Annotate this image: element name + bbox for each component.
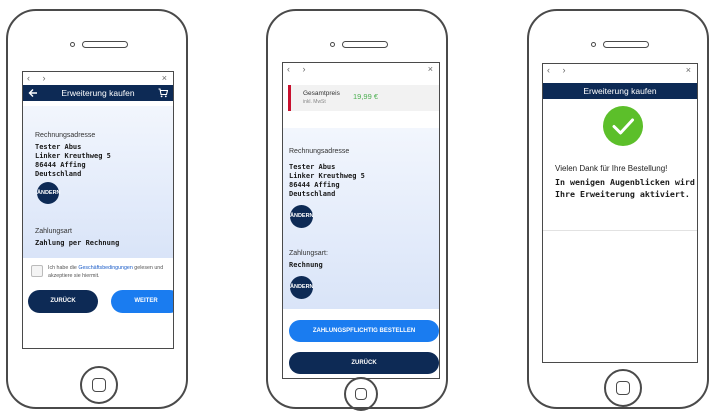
check-circle-icon: [603, 106, 643, 146]
next-button[interactable]: WEITER: [111, 290, 173, 313]
browser-bar: ‹ › ×: [283, 63, 439, 75]
thanks-message: Vielen Dank für Ihre Bestellung!: [555, 164, 668, 173]
content-divider: [543, 230, 697, 231]
browser-bar: ‹ › ×: [23, 72, 173, 84]
browser-close-icon[interactable]: ×: [162, 72, 167, 84]
cart-icon[interactable]: [158, 88, 168, 98]
billing-address-label: Rechnungsadresse: [289, 148, 350, 155]
app-header: Erweiterung kaufen: [23, 85, 173, 101]
terms-text: Ich habe die Geschäftsbedingungen gelese…: [48, 264, 172, 280]
back-button[interactable]: ZURÜCK: [28, 290, 98, 313]
change-address-button[interactable]: ÄNDERN: [37, 182, 61, 204]
home-button-square: [616, 381, 630, 395]
phone-frame-checkout: ‹ › × Erweiterung kaufen Rechnungsadress…: [6, 9, 188, 409]
camera-dot: [330, 42, 335, 47]
phone-frame-review: ‹ › × Gesamtpreis inkl. MwSt 19,99 € Rec…: [266, 9, 448, 411]
billing-name: Tester Abus: [289, 163, 336, 171]
total-price-sublabel: inkl. MwSt: [303, 99, 326, 105]
speaker-grille: [342, 41, 388, 48]
browser-close-icon[interactable]: ×: [686, 64, 691, 76]
payment-method-label: Zahlungsart:: [289, 250, 328, 257]
billing-name: Tester Abus: [35, 143, 82, 151]
browser-close-icon[interactable]: ×: [428, 63, 433, 75]
terms-link[interactable]: Geschäftsbedingungen: [78, 265, 132, 271]
home-button-square: [355, 388, 367, 400]
place-order-button[interactable]: ZAHLUNGSPFLICHTIG BESTELLEN: [289, 320, 439, 342]
phone-screen: ‹ › × Erweiterung kaufen Vielen Dank für…: [542, 63, 698, 363]
home-button: [604, 369, 642, 407]
total-price-card: Gesamtpreis inkl. MwSt 19,99 €: [288, 85, 439, 111]
change-payment-button[interactable]: ÄNDERN: [290, 276, 314, 299]
home-button: [80, 366, 118, 404]
billing-street: Linker Kreuthweg 5: [289, 172, 365, 180]
browser-nav-arrows[interactable]: ‹ ›: [27, 72, 51, 84]
total-price-label: Gesamtpreis: [303, 90, 340, 97]
browser-nav-arrows[interactable]: ‹ ›: [547, 64, 571, 76]
home-button: [344, 377, 378, 411]
speaker-grille: [603, 41, 649, 48]
total-price-value: 19,99 €: [353, 92, 379, 101]
review-form-area: Rechnungsadresse Tester Abus Linker Kreu…: [283, 128, 439, 309]
payment-method-value: Rechnung: [289, 261, 323, 269]
phone-frame-confirmation: ‹ › × Erweiterung kaufen Vielen Dank für…: [527, 9, 709, 409]
browser-bar: ‹ › ×: [543, 64, 697, 76]
phone-screen: ‹ › × Gesamtpreis inkl. MwSt 19,99 € Rec…: [282, 62, 440, 379]
activation-message: In wenigen Augenblicken wird Ihre Erweit…: [555, 177, 695, 199]
billing-city: 86444 Affing: [289, 181, 340, 189]
terms-text-before: Ich habe die: [48, 265, 79, 271]
header-title: Erweiterung kaufen: [61, 88, 135, 98]
terms-checkbox[interactable]: [31, 265, 43, 277]
billing-city: 86444 Affing: [35, 161, 86, 169]
speaker-grille: [82, 41, 128, 48]
camera-dot: [591, 42, 596, 47]
browser-nav-arrows[interactable]: ‹ ›: [287, 63, 311, 75]
home-button-square: [92, 378, 106, 392]
camera-dot: [70, 42, 75, 47]
checkout-form-area: Rechnungsadresse Tester Abus Linker Kreu…: [23, 106, 173, 258]
billing-country: Deutschland: [35, 170, 82, 178]
billing-country: Deutschland: [289, 190, 336, 198]
phone-screen: ‹ › × Erweiterung kaufen Rechnungsadress…: [22, 71, 174, 349]
billing-address-label: Rechnungsadresse: [35, 132, 96, 139]
payment-method-label: Zahlungsart: [35, 228, 72, 235]
app-header: Erweiterung kaufen: [543, 83, 697, 99]
change-address-button[interactable]: ÄNDERN: [290, 205, 314, 228]
header-title: Erweiterung kaufen: [583, 86, 657, 96]
back-button[interactable]: ZURÜCK: [289, 352, 439, 374]
payment-method-value: Zahlung per Rechnung: [35, 239, 120, 247]
billing-street: Linker Kreuthweg 5: [35, 152, 111, 160]
